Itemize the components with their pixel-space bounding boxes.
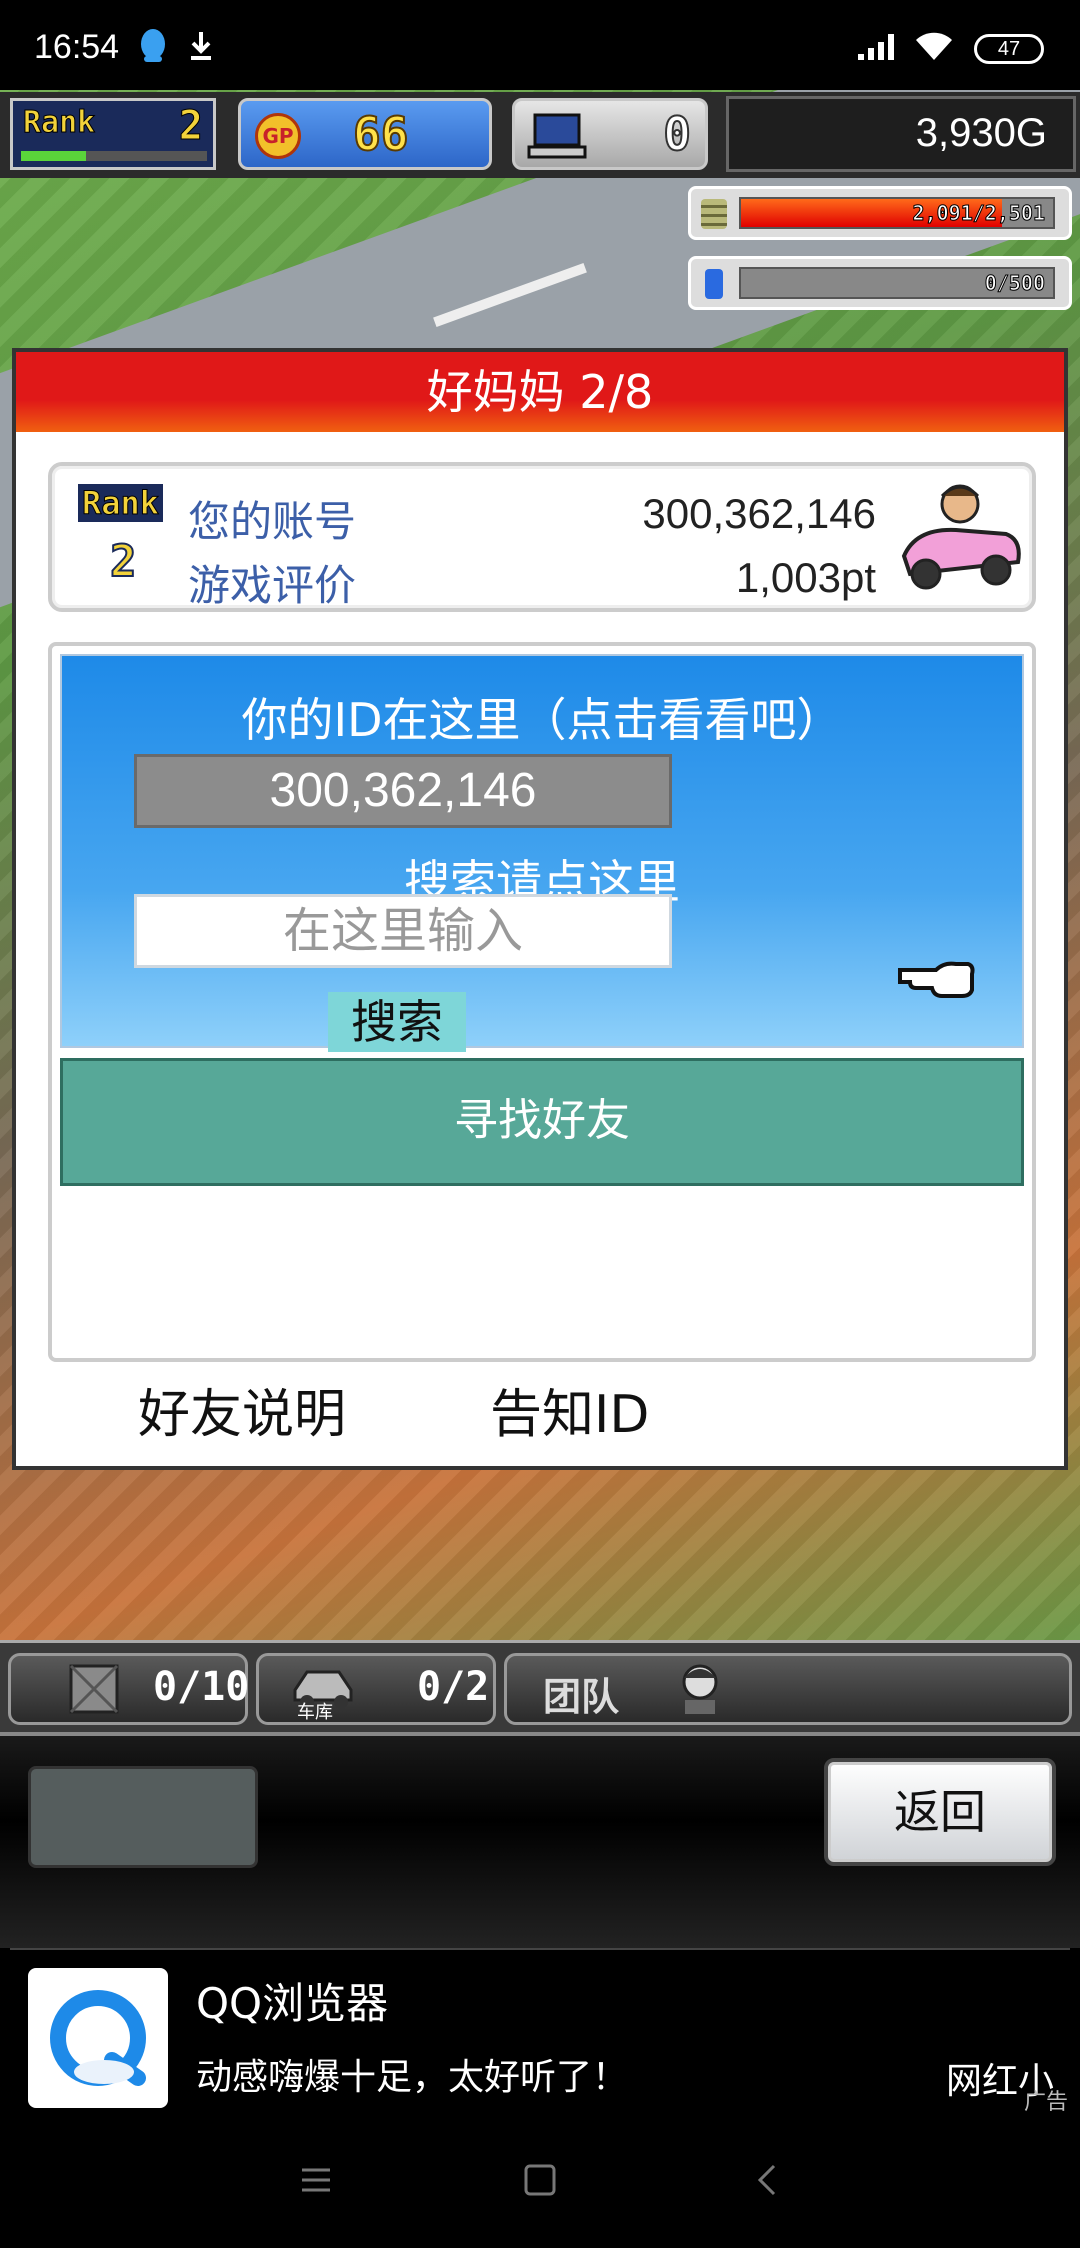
battery-indicator: 47	[974, 34, 1044, 64]
ad-tag: 广告	[1023, 2090, 1068, 2115]
menu-icon[interactable]	[298, 2162, 334, 2198]
fuel-track: 2,091/2,501	[739, 197, 1055, 229]
rank-indicator[interactable]: Rank 2	[10, 98, 216, 170]
friend-search-panel: 你的ID在这里（点击看看吧） 300,362,146 搜索请点这里 在这里输入 …	[48, 642, 1036, 1362]
items-indicator[interactable]: 0/10	[8, 1653, 250, 1725]
search-button[interactable]: 搜索	[328, 992, 466, 1052]
gp-coin-icon: GP	[255, 113, 301, 159]
oil-track: 0/500	[739, 267, 1055, 299]
garage-indicator[interactable]: 车库 0/2	[256, 1653, 496, 1725]
computer-value: 0	[662, 106, 692, 162]
garage-value: 0/2	[417, 1664, 490, 1710]
team-label: 团队	[543, 1675, 620, 1719]
rank-value: 2	[178, 103, 203, 150]
money-indicator: 3,930G	[726, 96, 1076, 172]
garage-label: 车库	[297, 1702, 333, 1723]
left-control-slot[interactable]	[28, 1766, 258, 1868]
fuel-resource-bar: 2,091/2,501	[688, 186, 1072, 240]
system-nav-bar	[0, 2118, 1080, 2248]
home-icon[interactable]	[522, 2162, 558, 2198]
account-value: 300,362,146	[642, 490, 876, 537]
your-id-label: 你的ID在这里（点击看看吧）	[241, 693, 843, 747]
computer-indicator[interactable]: 0	[512, 98, 708, 170]
qq-browser-logo	[28, 1968, 168, 2108]
rank-label: Rank	[22, 105, 96, 141]
ad-text: 动感嗨爆十足，太好听了！	[196, 2057, 629, 2098]
rank-progress-bar	[21, 151, 207, 161]
dialog-footer: 好友说明 告知ID	[16, 1372, 1064, 1452]
share-id-link[interactable]: 告知ID	[490, 1372, 649, 1447]
status-time: 16:54	[34, 28, 120, 66]
staff-avatar-icon	[682, 1664, 718, 1714]
status-bar: 16:54 47	[0, 0, 1080, 90]
bottle-icon	[705, 269, 723, 299]
team-indicator[interactable]: 团队	[504, 1653, 1072, 1725]
qq-browser-logo-icon	[50, 1990, 146, 2086]
player-car-avatar-icon	[901, 484, 1021, 590]
back-button[interactable]: 返回	[824, 1758, 1056, 1866]
computer-icon	[527, 113, 587, 159]
fuel-value: 2,091/2,501	[912, 201, 1045, 226]
signal-icon	[858, 34, 894, 60]
money-value: 3,930G	[915, 111, 1047, 155]
ad-banner[interactable]: QQ浏览器 动感嗨爆十足，太好听了！ 网红小 广告	[10, 1948, 1070, 2118]
rating-label: 游戏评价	[188, 561, 357, 610]
gp-value: 66	[352, 106, 409, 162]
rating-value: 1,003pt	[735, 554, 876, 601]
bottom-status-bar: 0/10 车库 0/2 团队	[0, 1640, 1080, 1732]
friend-help-link[interactable]: 好友说明	[138, 1372, 346, 1447]
your-id-field[interactable]: 300,362,146	[134, 754, 672, 828]
ad-title: QQ浏览器	[196, 1979, 389, 2028]
crate-icon	[69, 1664, 119, 1714]
info-rank-label: Rank	[78, 484, 164, 523]
account-label: 您的账号	[188, 497, 357, 546]
coins-stack-icon	[701, 199, 727, 229]
dialog-title: 好妈妈 2/8	[16, 352, 1064, 432]
top-hud: Rank 2 GP 66 0 3,930G	[0, 92, 1080, 178]
download-icon	[191, 32, 211, 60]
pointing-hand-icon	[898, 961, 975, 998]
wifi-icon	[916, 32, 952, 60]
friends-dialog: 好妈妈 2/8 Rank 2 您的账号 300,362,146 游戏评价 1,0…	[12, 348, 1068, 1470]
gp-indicator[interactable]: GP 66	[238, 98, 492, 170]
oil-resource-bar: 0/500	[688, 256, 1072, 310]
back-nav-icon[interactable]	[750, 2162, 786, 2198]
account-info-card: Rank 2 您的账号 300,362,146 游戏评价 1,003pt	[48, 462, 1036, 612]
control-area: 返回	[0, 1732, 1080, 1948]
friend-id-input[interactable]: 在这里输入	[134, 894, 672, 968]
find-friends-button[interactable]: 寻找好友	[60, 1058, 1024, 1186]
items-value: 0/10	[153, 1664, 250, 1710]
oil-value: 0/500	[984, 271, 1045, 296]
rank-progress-fill	[21, 151, 87, 161]
qq-penguin-icon	[141, 29, 165, 62]
info-rank-value: 2	[109, 535, 137, 588]
id-search-area: 你的ID在这里（点击看看吧） 300,362,146 搜索请点这里 在这里输入 …	[60, 654, 1024, 1052]
